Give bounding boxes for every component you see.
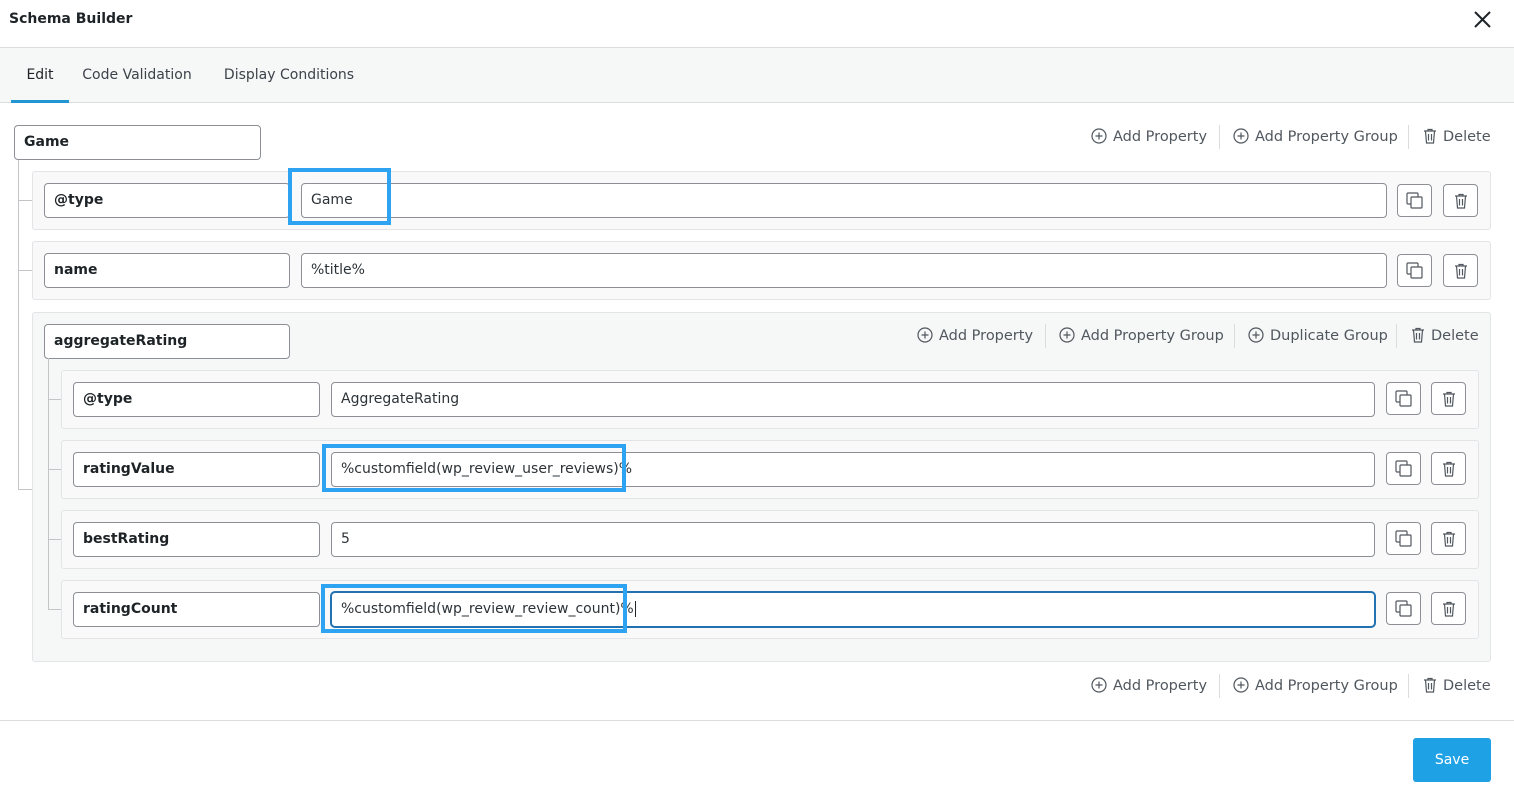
trash-icon (1455, 263, 1467, 279)
property-value-input[interactable]: AggregateRating (331, 382, 1375, 417)
duplicate-property-button[interactable] (1386, 592, 1421, 625)
action-separator (1045, 324, 1046, 348)
tree-branch (48, 609, 61, 610)
trash-icon (1455, 193, 1467, 209)
tree-branch (18, 200, 33, 201)
trash-icon (1412, 327, 1424, 343)
add-property-group-label: Add Property Group (1255, 678, 1398, 694)
modal-title: Schema Builder (9, 11, 133, 27)
group-name-input[interactable]: aggregateRating (44, 324, 290, 359)
group-add-property-group-button[interactable]: Add Property Group (1059, 326, 1224, 346)
bottom-add-property-button[interactable]: Add Property (1091, 676, 1207, 696)
copy-icon (1395, 600, 1412, 617)
property-value-input[interactable]: %title% (301, 253, 1387, 288)
property-value-input[interactable]: Game (301, 183, 1387, 218)
bottom-delete-button[interactable]: Delete (1423, 676, 1491, 696)
copy-icon (1406, 262, 1423, 279)
text-caret (634, 601, 636, 617)
tab-edit[interactable]: Edit (11, 48, 69, 103)
action-separator (1408, 125, 1409, 149)
delete-property-button[interactable] (1443, 254, 1478, 287)
root-delete-button[interactable]: Delete (1423, 127, 1491, 147)
delete-property-button[interactable] (1443, 184, 1478, 217)
duplicate-group-button[interactable]: Duplicate Group (1248, 326, 1388, 346)
property-key-input[interactable]: @type (73, 382, 320, 417)
trash-icon (1443, 601, 1455, 617)
modal-header: Schema Builder (0, 0, 1514, 48)
tab-display-conditions[interactable]: Display Conditions (222, 48, 356, 103)
add-property-label: Add Property (1113, 678, 1208, 694)
plus-circle-icon (1059, 327, 1075, 343)
delete-label: Delete (1443, 678, 1491, 694)
tree-branch (18, 489, 33, 490)
trash-icon (1424, 677, 1436, 693)
property-key-input[interactable]: name (44, 253, 290, 288)
plus-circle-icon (1091, 677, 1107, 693)
delete-property-button[interactable] (1431, 592, 1466, 625)
duplicate-property-button[interactable] (1386, 452, 1421, 485)
group-add-property-button[interactable]: Add Property (917, 326, 1033, 346)
bottom-add-property-group-button[interactable]: Add Property Group (1233, 676, 1398, 696)
add-property-label: Add Property (1113, 129, 1208, 145)
save-button[interactable]: Save (1413, 738, 1491, 782)
action-separator (1219, 125, 1220, 149)
action-separator (1408, 674, 1409, 698)
plus-circle-icon (1091, 128, 1107, 144)
delete-label: Delete (1431, 328, 1479, 344)
trash-icon (1443, 391, 1455, 407)
close-icon (1474, 11, 1491, 28)
property-value-input[interactable]: 5 (331, 522, 1375, 557)
duplicate-property-button[interactable] (1397, 184, 1432, 217)
tree-branch (48, 399, 61, 400)
action-separator (1234, 324, 1235, 348)
add-property-label: Add Property (939, 328, 1034, 344)
add-property-group-label: Add Property Group (1081, 328, 1224, 344)
delete-property-button[interactable] (1431, 522, 1466, 555)
property-key-input[interactable]: bestRating (73, 522, 320, 557)
property-key-input[interactable]: ratingValue (73, 452, 320, 487)
plus-circle-icon (1248, 327, 1264, 343)
tab-bar: Edit Code Validation Display Conditions (0, 48, 1514, 103)
highlight-box (288, 168, 391, 225)
trash-icon (1424, 128, 1436, 144)
duplicate-property-button[interactable] (1386, 522, 1421, 555)
tree-branch (18, 270, 33, 271)
highlight-box (321, 584, 627, 633)
root-add-property-group-button[interactable]: Add Property Group (1233, 127, 1398, 147)
action-separator (1219, 674, 1220, 698)
trash-icon (1443, 461, 1455, 477)
root-add-property-button[interactable]: Add Property (1091, 127, 1207, 147)
action-separator (1396, 324, 1397, 348)
root-group-name-input[interactable]: Game (14, 125, 261, 160)
highlight-box (322, 444, 626, 492)
tree-branch (48, 539, 61, 540)
tab-code-validation[interactable]: Code Validation (78, 48, 196, 103)
copy-icon (1406, 192, 1423, 209)
plus-circle-icon (1233, 128, 1249, 144)
delete-property-button[interactable] (1431, 382, 1466, 415)
delete-label: Delete (1443, 129, 1491, 145)
property-key-input[interactable]: ratingCount (73, 592, 320, 627)
close-button[interactable] (1468, 6, 1496, 34)
duplicate-property-button[interactable] (1397, 254, 1432, 287)
trash-icon (1443, 531, 1455, 547)
copy-icon (1395, 460, 1412, 477)
modal-footer: Save (0, 720, 1514, 789)
copy-icon (1395, 390, 1412, 407)
delete-property-button[interactable] (1431, 452, 1466, 485)
property-key-input[interactable]: @type (44, 183, 290, 218)
group-delete-button[interactable]: Delete (1411, 326, 1479, 346)
add-property-group-label: Add Property Group (1255, 129, 1398, 145)
plus-circle-icon (917, 327, 933, 343)
copy-icon (1395, 530, 1412, 547)
tree-line (18, 160, 19, 490)
plus-circle-icon (1233, 677, 1249, 693)
tree-line (48, 358, 49, 610)
tree-branch (48, 469, 61, 470)
duplicate-group-label: Duplicate Group (1270, 328, 1388, 344)
duplicate-property-button[interactable] (1386, 382, 1421, 415)
